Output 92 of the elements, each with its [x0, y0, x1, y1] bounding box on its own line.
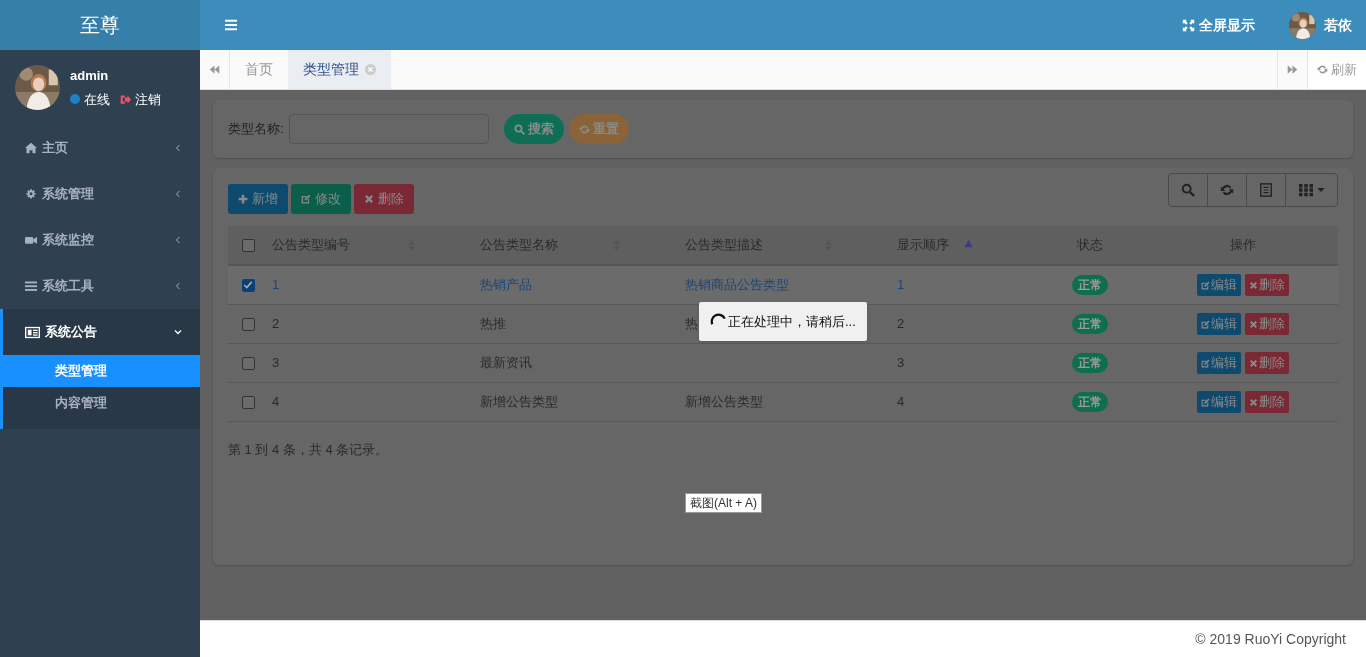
newspaper-icon [25, 324, 40, 340]
table-cell: 1 [272, 277, 280, 293]
chevron-left-icon [174, 282, 182, 290]
edit-icon [301, 194, 311, 204]
pagination-info: 第 1 到 4 条，共 4 条记录。 [228, 441, 390, 459]
list-icon [1259, 183, 1273, 197]
edit-button[interactable]: 编辑 [1196, 391, 1241, 413]
edit-button[interactable]: 修改 [291, 184, 351, 214]
refresh-icon [1317, 64, 1328, 75]
edit-button[interactable]: 编辑 [1196, 313, 1241, 335]
close-icon [1248, 358, 1258, 368]
table-cell: 2 [897, 316, 905, 332]
double-right-icon [1287, 64, 1298, 75]
refresh-icon [1220, 183, 1234, 197]
submenu-item[interactable]: 内容管理 [3, 387, 200, 419]
edit-button[interactable]: 编辑 [1196, 274, 1241, 296]
caret-down-icon [1316, 186, 1325, 194]
edit-icon [1200, 280, 1210, 290]
search-icon [1181, 183, 1195, 197]
status-badge: 正常 [1072, 314, 1108, 334]
chevron-left-icon [174, 144, 182, 152]
submenu-item[interactable]: 类型管理 [3, 355, 200, 387]
sidebar-item[interactable]: 系统工具 [0, 263, 200, 309]
status-text: 在线 [84, 90, 110, 109]
sidebar-item[interactable]: 系统公告 [3, 309, 200, 355]
table-cell: 4 [272, 394, 280, 410]
table-cell: 热推 [480, 316, 506, 332]
status-badge: 正常 [1072, 275, 1108, 295]
delete-button[interactable]: 删除 [1244, 274, 1289, 296]
search-icon [513, 123, 525, 135]
video-camera-icon [25, 234, 37, 246]
chevron-left-icon [174, 190, 182, 198]
loading-text: 正在处理中，请稍后... [728, 312, 856, 331]
gear-icon [25, 188, 37, 200]
edit-button[interactable]: 编辑 [1196, 352, 1241, 374]
table-cell: 热销产品 [480, 277, 532, 293]
sign-out-icon [120, 93, 131, 105]
plus-icon [238, 194, 248, 204]
table-cell: 1 [897, 277, 905, 293]
check-icon [243, 280, 253, 290]
chevron-left-icon [174, 236, 182, 244]
status-badge: 正常 [1072, 353, 1108, 373]
close-icon [1248, 397, 1258, 407]
edit-icon [1200, 397, 1210, 407]
fullscreen-button[interactable]: 全屏显示 [1182, 14, 1255, 36]
delete-button[interactable]: 删除 [354, 184, 414, 214]
grid-icon [1298, 183, 1313, 197]
edit-icon [1200, 358, 1210, 368]
close-icon [364, 194, 374, 204]
checkbox[interactable] [241, 356, 255, 370]
checkbox[interactable] [241, 238, 255, 252]
table-cell: 3 [897, 355, 905, 371]
copyright-text: © 2019 RuoYi Copyright [1195, 629, 1346, 649]
user-name: admin [70, 67, 110, 85]
field-label: 类型名称: [228, 120, 284, 139]
expand-arrows-icon [1182, 18, 1195, 32]
delete-button[interactable]: 删除 [1244, 313, 1289, 335]
checkbox[interactable] [241, 278, 255, 292]
search-button[interactable]: 搜索 [503, 114, 564, 144]
sidebar-item[interactable]: 系统管理 [0, 171, 200, 217]
table-cell: 热 [685, 316, 698, 332]
reset-button[interactable]: 重置 [568, 114, 629, 144]
checkbox[interactable] [241, 395, 255, 409]
delete-button[interactable]: 删除 [1244, 352, 1289, 374]
tab[interactable]: 首页 [230, 50, 288, 89]
delete-button[interactable]: 删除 [1244, 391, 1289, 413]
tab[interactable]: 类型管理 [288, 50, 391, 89]
table-cell: 2 [272, 316, 280, 332]
list-icon [25, 280, 37, 292]
double-left-icon [209, 64, 220, 75]
status-badge: 正常 [1072, 392, 1108, 412]
table-cell: 热销商品公告类型 [685, 277, 789, 293]
tooltip: 截图(Alt + A) [685, 493, 762, 513]
close-icon [1248, 280, 1258, 290]
close-icon [365, 64, 376, 75]
brand-title: 至尊 [80, 13, 120, 38]
table-cell: 3 [272, 355, 280, 371]
close-icon [1248, 319, 1258, 329]
add-button[interactable]: 新增 [228, 184, 288, 214]
checkbox[interactable] [241, 317, 255, 331]
menu-icon [224, 19, 238, 31]
sidebar-item[interactable]: 主页 [0, 125, 200, 171]
status-dot-icon [70, 94, 80, 105]
chevron-down-icon [174, 328, 182, 336]
table-cell: 4 [897, 394, 905, 410]
refresh-button[interactable]: 刷新 [1307, 50, 1366, 89]
logout-link[interactable]: 注销 [135, 89, 161, 109]
user-name[interactable]: 若依 [1324, 14, 1352, 36]
home-icon [25, 142, 37, 154]
edit-icon [1200, 319, 1210, 329]
sidebar-item[interactable]: 系统监控 [0, 217, 200, 263]
refresh-icon [578, 123, 590, 135]
